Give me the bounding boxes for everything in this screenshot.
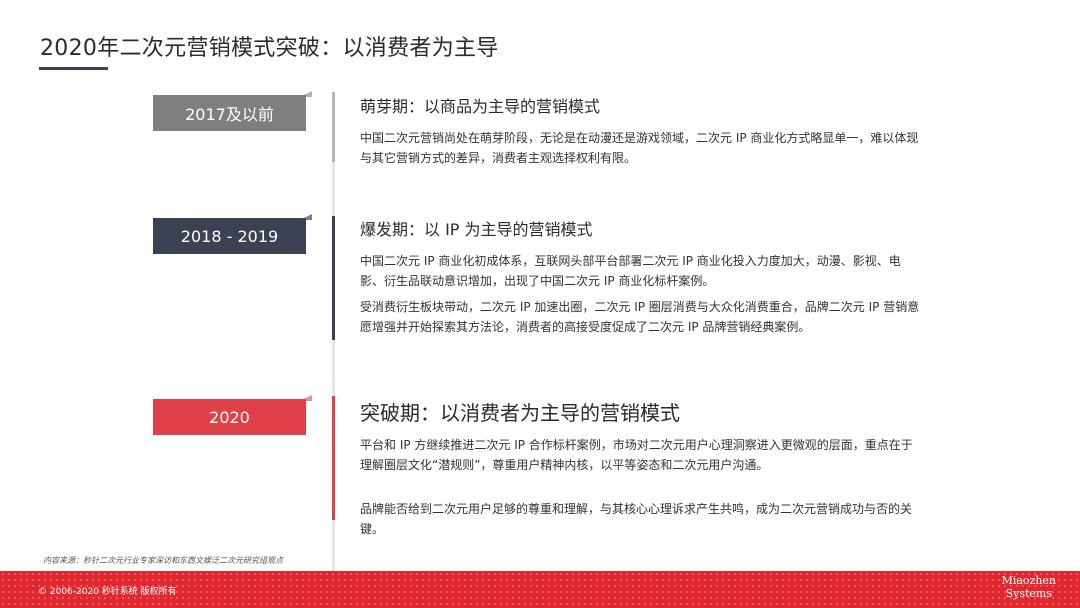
timeline-connector [332,162,335,216]
logo-line: Miaozhen [1001,574,1056,587]
stage-budding: 萌芽期：以商品为主导的营销模式 中国二次元营销尚处在萌芽阶段，无论是在动漫还是游… [360,93,920,174]
stage-heading: 萌芽期：以商品为主导的营销模式 [360,97,601,116]
timeline-segment-explosion [332,216,335,340]
stage-description: 品牌能否给到二次元用户足够的尊重和理解，与其核心心理诉求产生共鸣，成为二次元营销… [360,502,913,536]
timeline-segment-budding [332,92,335,162]
timeline-connector [332,520,335,572]
page-title: 2020年二次元营销模式突破：以消费者为主导 [40,36,499,61]
stage-description: 受消费衍生板块带动，二次元 IP 加速出圈，二次元 IP 圈层消费与大众化消费重… [360,300,920,334]
footer-bar: © 2006-2020 秒针系统 版权所有 Miaozhen Systems [0,571,1080,608]
miaozhen-logo: Miaozhen Systems [1002,574,1056,600]
stage-description: 中国二次元 IP 商业化初成体系，互联网头部平台部署二次元 IP 商业化投入力度… [360,254,901,288]
stage-breakthrough: 突破期：以消费者为主导的营销模式 平台和 IP 方继续推进二次元 IP 合作标杆… [360,397,920,545]
stage-heading: 突破期：以消费者为主导的营销模式 [360,401,680,425]
source-note: 内容来源：秒针二次元行业专家深访和东西文娱泛二次元研究组观点 [43,556,283,565]
copyright-text: © 2006-2020 秒针系统 版权所有 [38,587,177,597]
period-tag-2020: 2020 [153,399,306,435]
period-tag-2017: 2017及以前 [153,95,306,131]
timeline-segment-breakthrough [332,396,335,520]
timeline-connector [332,340,335,396]
title-underline [39,67,108,70]
stage-description: 平台和 IP 方继续推进二次元 IP 合作标杆案例，市场对二次元用户心理洞察进入… [360,438,913,472]
logo-line: Systems [1005,587,1052,600]
stage-description: 中国二次元营销尚处在萌芽阶段，无论是在动漫还是游戏领域，二次元 IP 商业化方式… [360,131,919,165]
stage-heading: 爆发期：以 IP 为主导的营销模式 [360,220,593,239]
period-tag-2018-2019: 2018 - 2019 [153,218,306,254]
stage-explosion: 爆发期：以 IP 为主导的营销模式 中国二次元 IP 商业化初成体系，互联网头部… [360,216,920,343]
